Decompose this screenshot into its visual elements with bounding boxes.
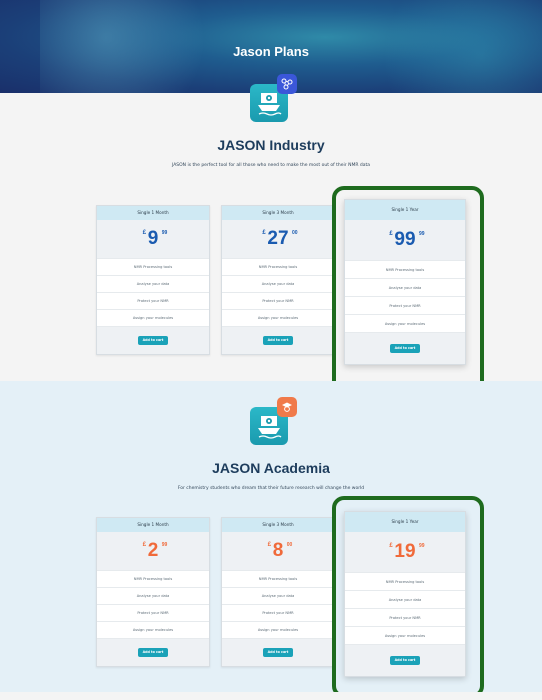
jason-academia-logo [250,397,297,445]
feature-item: Protect your NMR [97,604,209,621]
plan-price: £ 27 00 [222,220,334,258]
feature-item: Assign your molecules [345,626,465,644]
plan-price: £ 8 00 [222,532,334,570]
feature-item: Assign your molecules [97,309,209,326]
plan-card-academia-1-year: Single 1 Year £ 19 99 NMR Processing too… [344,511,466,677]
add-to-cart-button[interactable]: Add to cart [138,336,168,345]
plan-name: Single 1 Month [97,206,209,220]
feature-item: Protect your NMR [345,296,465,314]
feature-item: Protect your NMR [222,604,334,621]
plan-price: £ 99 99 [345,220,465,260]
plan-price: £ 19 99 [345,532,465,572]
feature-item: Protect your NMR [345,608,465,626]
add-to-cart-button[interactable]: Add to cart [390,656,420,665]
plan-name: Single 1 Month [97,518,209,532]
feature-item: NMR Processing tools [222,570,334,587]
plan-card-academia-1-month: Single 1 Month £ 2 99 NMR Processing too… [96,517,210,667]
plan-card-academia-3-month: Single 3 Month £ 8 00 NMR Processing too… [221,517,335,667]
student-icon [277,397,297,417]
feature-item: NMR Processing tools [97,258,209,275]
feature-item: Protect your NMR [97,292,209,309]
feature-item: Assign your molecules [97,621,209,638]
plan-name: Single 1 Year [345,200,465,220]
feature-item: NMR Processing tools [222,258,334,275]
feature-item: Assign your molecules [222,621,334,638]
add-to-cart-button[interactable]: Add to cart [263,336,293,345]
jason-industry-logo [250,74,297,122]
add-to-cart-button[interactable]: Add to cart [390,344,420,353]
feature-item: Analyse your data [222,587,334,604]
plan-price: £ 2 99 [97,532,209,570]
page-footer-strip [0,692,542,700]
add-to-cart-button[interactable]: Add to cart [263,648,293,657]
add-to-cart-button[interactable]: Add to cart [138,648,168,657]
academia-title: JASON Academia [212,460,330,476]
academia-tagline: For chemistry students who dream that th… [177,486,365,491]
feature-item: Analyse your data [97,587,209,604]
plan-card-industry-1-year: Single 1 Year £ 99 99 NMR Processing too… [344,199,466,365]
feature-item: Assign your molecules [345,314,465,332]
feature-item: Analyse your data [345,278,465,296]
feature-item: NMR Processing tools [345,260,465,278]
plan-card-industry-1-month: Single 1 Month £ 9 99 NMR Processing too… [96,205,210,355]
feature-item: NMR Processing tools [345,572,465,590]
feature-item: Protect your NMR [222,292,334,309]
plan-name: Single 3 Month [222,206,334,220]
plan-name: Single 1 Year [345,512,465,532]
feature-item: Analyse your data [345,590,465,608]
page-title: Jason Plans [233,44,309,59]
industry-tagline: JASON is the perfect tool for all those … [171,163,371,168]
plan-price: £ 9 99 [97,220,209,258]
plan-name: Single 3 Month [222,518,334,532]
feature-item: Analyse your data [97,275,209,292]
feature-item: NMR Processing tools [97,570,209,587]
feature-item: Assign your molecules [222,309,334,326]
feature-item: Analyse your data [222,275,334,292]
molecule-icon [277,74,297,94]
plan-card-industry-3-month: Single 3 Month £ 27 00 NMR Processing to… [221,205,335,355]
industry-title: JASON Industry [217,137,325,153]
